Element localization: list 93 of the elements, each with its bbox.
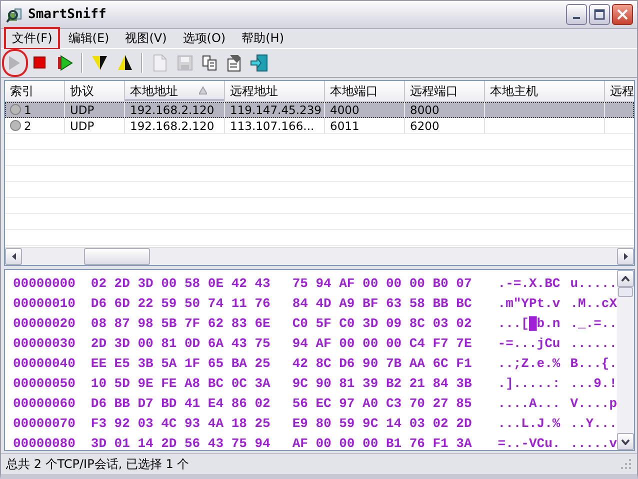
status-dot-icon (10, 120, 21, 132)
ascii-text: B...{. (570, 356, 617, 371)
ascii-text: ...[█b.n (498, 316, 560, 331)
hex-bytes: 10 5D 9E FE A8 BC 0C 3A (90, 376, 270, 391)
ascii-text: u..... (570, 276, 617, 291)
hex-bytes: 94 AF 00 00 00 C4 F7 7E (292, 336, 472, 351)
ascii-text: ...L.J.% (498, 416, 560, 431)
resize-grip-icon (620, 458, 632, 470)
ascii-text: .m"YPt.v (498, 296, 560, 311)
menu-item[interactable]: 选项(O) (174, 27, 234, 50)
table-cell: 1 (24, 102, 32, 118)
horizontal-scrollbar[interactable] (5, 247, 634, 266)
table-cell: 6011 (330, 118, 360, 134)
hex-offset: 00000000 (13, 276, 76, 291)
hex-offset: 00000050 (13, 376, 76, 391)
status-dot-icon (10, 104, 21, 116)
ascii-text: V....p (570, 396, 617, 411)
app-icon (6, 6, 22, 23)
hex-bytes: 02 2D 3D 00 58 0E 42 43 (90, 276, 270, 291)
scrollbar-thumb[interactable] (84, 248, 150, 266)
hex-bytes: 84 4D A9 BF 63 58 BB BC (292, 296, 472, 311)
menu-item[interactable]: 编辑(E) (60, 27, 118, 50)
ascii-text: .M..cX (570, 296, 617, 311)
ascii-text: ._.=.. (570, 316, 617, 331)
ascii-text: ....A... (498, 396, 560, 411)
menu-item[interactable]: 视图(V) (117, 27, 175, 50)
ascii-text: ..;Z.e.% (498, 356, 560, 371)
hex-bytes: 9C 90 81 39 B2 21 84 3B (292, 376, 472, 391)
minimize-icon (573, 17, 580, 20)
ascii-text: ..Y... (570, 416, 617, 431)
table-cell: 113.107.166... (230, 118, 314, 134)
close-icon (617, 9, 628, 20)
column-header[interactable]: 本地地址 (125, 80, 225, 101)
hex-bytes: AF 00 00 00 B1 76 F1 3A (292, 436, 472, 450)
exit-door-icon (250, 53, 270, 74)
hex-offset: 00000080 (13, 436, 76, 450)
menu-item[interactable]: 帮助(H) (234, 27, 292, 50)
ascii-text: ...... (570, 336, 617, 351)
scrollbar-thumb[interactable] (618, 287, 633, 298)
hex-bytes: D6 6D 22 59 50 74 11 76 (90, 296, 270, 311)
close-button[interactable] (612, 4, 633, 26)
hex-bytes: 3D 01 14 2D 56 43 75 94 (90, 436, 270, 450)
table-cell: UDP (70, 102, 94, 118)
hex-bytes: 56 EC 97 A0 C3 70 27 85 (292, 396, 472, 411)
maximize-button[interactable] (589, 4, 610, 26)
ascii-text: -=...jCu (498, 336, 560, 351)
column-header[interactable]: 本地主机 (485, 80, 605, 101)
scroll-right-icon (622, 252, 628, 262)
column-header[interactable]: 远程端口 (405, 80, 485, 101)
table-cell: 119.147.45.239 (230, 102, 322, 118)
hex-offset: 00000070 (13, 416, 76, 431)
ascii-text: .....v (570, 436, 617, 450)
hex-offset: 00000010 (13, 296, 76, 311)
hex-bytes: 2D 3D 00 81 0D 6A 43 75 (90, 336, 270, 351)
table-row[interactable]: 1 UDP 192.168.2.120 119.147.45.239 4000 8000 (5, 102, 634, 118)
table-row[interactable]: 2 UDP 192.168.2.120 113.107.166... 6011 6200 (5, 118, 634, 134)
sort-arrow-icon (199, 86, 207, 96)
hex-offset: 00000040 (13, 356, 76, 371)
hex-bytes: C0 5F C0 3D 09 8C 03 02 (292, 316, 472, 331)
vertical-scrollbar[interactable] (617, 270, 634, 450)
hex-bytes: 08 87 98 5B 7F 62 83 6E (90, 316, 270, 331)
hex-bytes: D6 BB D7 BD 41 E4 86 02 (90, 396, 270, 411)
scroll-down-icon (621, 438, 630, 445)
hex-bytes: E9 80 59 9C 14 03 02 2D (292, 416, 472, 431)
scroll-up-icon (621, 276, 630, 282)
window-title: SmartSniff (28, 7, 108, 22)
ascii-text: =..-VCu. (498, 436, 560, 450)
hex-bytes: EE E5 3B 5A 1F 65 BA 25 (90, 356, 270, 371)
column-header[interactable]: 索引 (5, 80, 65, 101)
table-cell: 8000 (410, 102, 440, 118)
hex-bytes: 75 94 AF 00 00 00 B0 07 (292, 276, 472, 291)
hex-offset: 00000060 (13, 396, 76, 411)
status-text: 总共 2 个TCP/IP会话, 已选择 1 个 (6, 456, 190, 473)
hex-bytes: F3 92 03 4C 93 4A 18 25 (90, 416, 270, 431)
hex-offset: 00000030 (13, 336, 76, 351)
ascii-text: .-=.X.BC (498, 276, 560, 291)
column-header[interactable]: 远程 (605, 80, 634, 101)
table-cell: 192.168.2.120 (130, 102, 214, 118)
maximize-icon (594, 9, 605, 20)
table-cell: UDP (70, 118, 94, 134)
ascii-text: ...9.! (570, 376, 617, 391)
table-cell: 2 (24, 118, 32, 134)
ascii-text: .].....: (498, 376, 560, 391)
column-header[interactable]: 本地端口 (325, 80, 405, 101)
hex-bytes: 42 8C D6 90 7B AA 6C F1 (292, 356, 472, 371)
table-cell: 192.168.2.120 (130, 118, 214, 134)
hex-offset: 00000020 (13, 316, 76, 331)
table-cell: 4000 (330, 102, 360, 118)
copy-icon (200, 53, 220, 74)
minimize-button[interactable] (566, 4, 587, 26)
scroll-left-icon (10, 252, 16, 262)
column-header[interactable]: 远程地址 (225, 80, 325, 101)
table-cell: 6200 (410, 118, 440, 134)
